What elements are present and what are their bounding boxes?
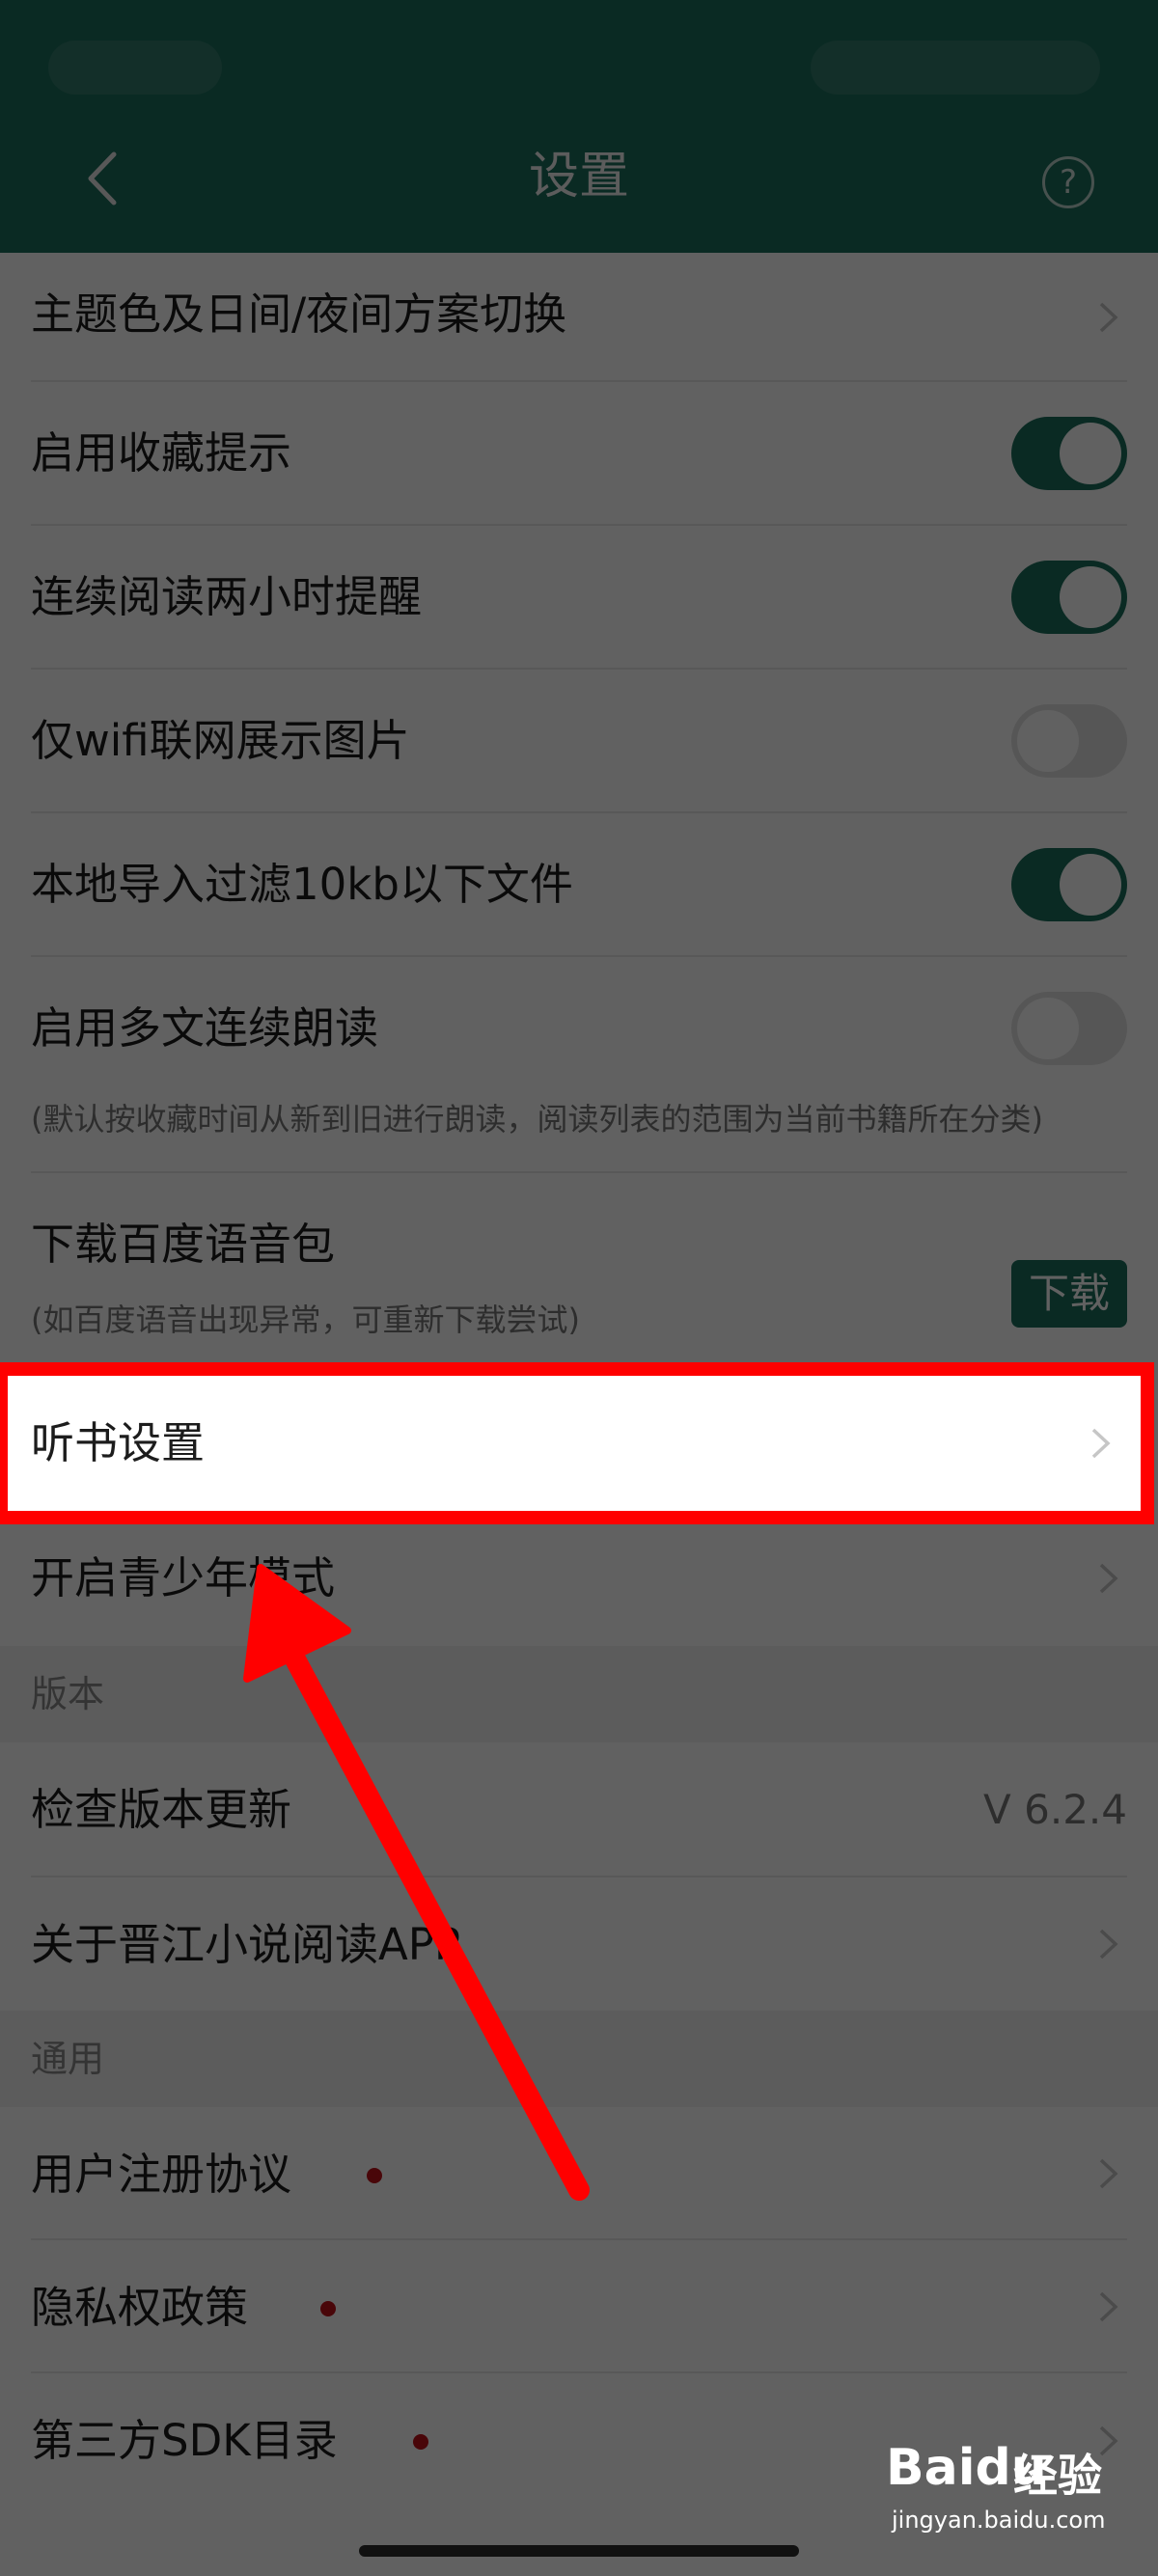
watermark-jingyan: 经验 xyxy=(1013,2450,1102,2502)
baidu-jingyan-watermark: Baidu 经验 jingyan.baidu.com xyxy=(868,2431,1139,2547)
teen-mode-row[interactable]: 开启青少年模式 xyxy=(0,1511,1158,1646)
privacy-policy-row[interactable]: 隐私权政策 xyxy=(0,2240,1158,2373)
app-header: 设置 ? xyxy=(0,0,1158,253)
chevron-right-icon xyxy=(1091,1428,1111,1459)
chevron-right-icon xyxy=(1099,302,1118,333)
multi-read-row: 启用多文连续朗读 (默认按收藏时间从新到旧进行朗读，阅读列表的范围为当前书籍所在… xyxy=(0,957,1158,1173)
chevron-right-icon xyxy=(1099,2158,1118,2189)
teen-mode-label: 开启青少年模式 xyxy=(31,1552,336,1603)
general-section-title: 通用 xyxy=(31,2038,105,2080)
favorite-tip-toggle[interactable] xyxy=(1011,417,1127,490)
multi-read-toggle[interactable] xyxy=(1011,992,1127,1065)
general-section-header: 通用 xyxy=(0,2011,1158,2107)
settings-screen: 设置 ? 主题色及日间/夜间方案切换 启用收藏提示 连续阅读两小时提醒 仅wif… xyxy=(0,0,1158,2576)
theme-switch-label: 主题色及日间/夜间方案切换 xyxy=(31,288,567,340)
wifi-images-toggle[interactable] xyxy=(1011,704,1127,778)
baidu-voice-label: 下载百度语音包 xyxy=(31,1219,336,1270)
privacy-policy-label: 隐私权政策 xyxy=(31,2282,249,2333)
unread-dot xyxy=(367,2168,382,2183)
unread-dot xyxy=(413,2434,428,2450)
filter-import-toggle[interactable] xyxy=(1011,848,1127,921)
wifi-images-row: 仅wifi联网展示图片 xyxy=(0,670,1158,813)
home-indicator xyxy=(359,2545,799,2557)
favorite-tip-label: 启用收藏提示 xyxy=(31,427,292,479)
listen-settings-row[interactable]: 听书设置 xyxy=(8,1376,1141,1511)
user-agreement-label: 用户注册协议 xyxy=(31,2149,292,2200)
chevron-right-icon xyxy=(1099,2291,1118,2322)
check-update-row[interactable]: 检查版本更新 V 6.2.4 xyxy=(0,1742,1158,1877)
status-bar-time xyxy=(48,41,222,95)
multi-read-description: (默认按收藏时间从新到旧进行朗读，阅读列表的范围为当前书籍所在分类) xyxy=(31,1101,1043,1137)
version-section-title: 版本 xyxy=(31,1673,105,1715)
filter-import-label: 本地导入过滤10kb以下文件 xyxy=(31,859,573,910)
third-party-sdk-label: 第三方SDK目录 xyxy=(31,2415,338,2466)
baidu-voice-row: 下载百度语音包 (如百度语音出现异常，可重新下载尝试) 下载 xyxy=(0,1173,1158,1376)
about-app-label: 关于晋江小说阅读APP xyxy=(31,1919,461,1970)
chevron-right-icon xyxy=(1099,1563,1118,1594)
about-app-row[interactable]: 关于晋江小说阅读APP xyxy=(0,1877,1158,2011)
baidu-voice-description: (如百度语音出现异常，可重新下载尝试) xyxy=(31,1302,580,1338)
status-bar-icons xyxy=(811,41,1100,95)
favorite-tip-row: 启用收藏提示 xyxy=(0,382,1158,526)
wifi-images-label: 仅wifi联网展示图片 xyxy=(31,715,410,766)
multi-read-label: 启用多文连续朗读 xyxy=(31,1002,379,1054)
filter-import-row: 本地导入过滤10kb以下文件 xyxy=(0,813,1158,957)
theme-switch-row[interactable]: 主题色及日间/夜间方案切换 xyxy=(0,253,1158,382)
version-section-header: 版本 xyxy=(0,1646,1158,1742)
check-update-label: 检查版本更新 xyxy=(31,1784,292,1835)
reading-reminder-label: 连续阅读两小时提醒 xyxy=(31,571,423,622)
chevron-right-icon xyxy=(1099,1929,1118,1959)
reading-reminder-toggle[interactable] xyxy=(1011,561,1127,634)
reading-reminder-row: 连续阅读两小时提醒 xyxy=(0,526,1158,670)
page-title: 设置 xyxy=(528,148,629,206)
watermark-url: jingyan.baidu.com xyxy=(892,2507,1106,2534)
unread-dot xyxy=(320,2301,336,2316)
download-button[interactable]: 下载 xyxy=(1011,1260,1127,1328)
version-value: V 6.2.4 xyxy=(983,1786,1127,1833)
user-agreement-row[interactable]: 用户注册协议 xyxy=(0,2107,1158,2240)
listen-settings-label: 听书设置 xyxy=(31,1417,206,1468)
help-icon[interactable]: ? xyxy=(1042,156,1094,208)
